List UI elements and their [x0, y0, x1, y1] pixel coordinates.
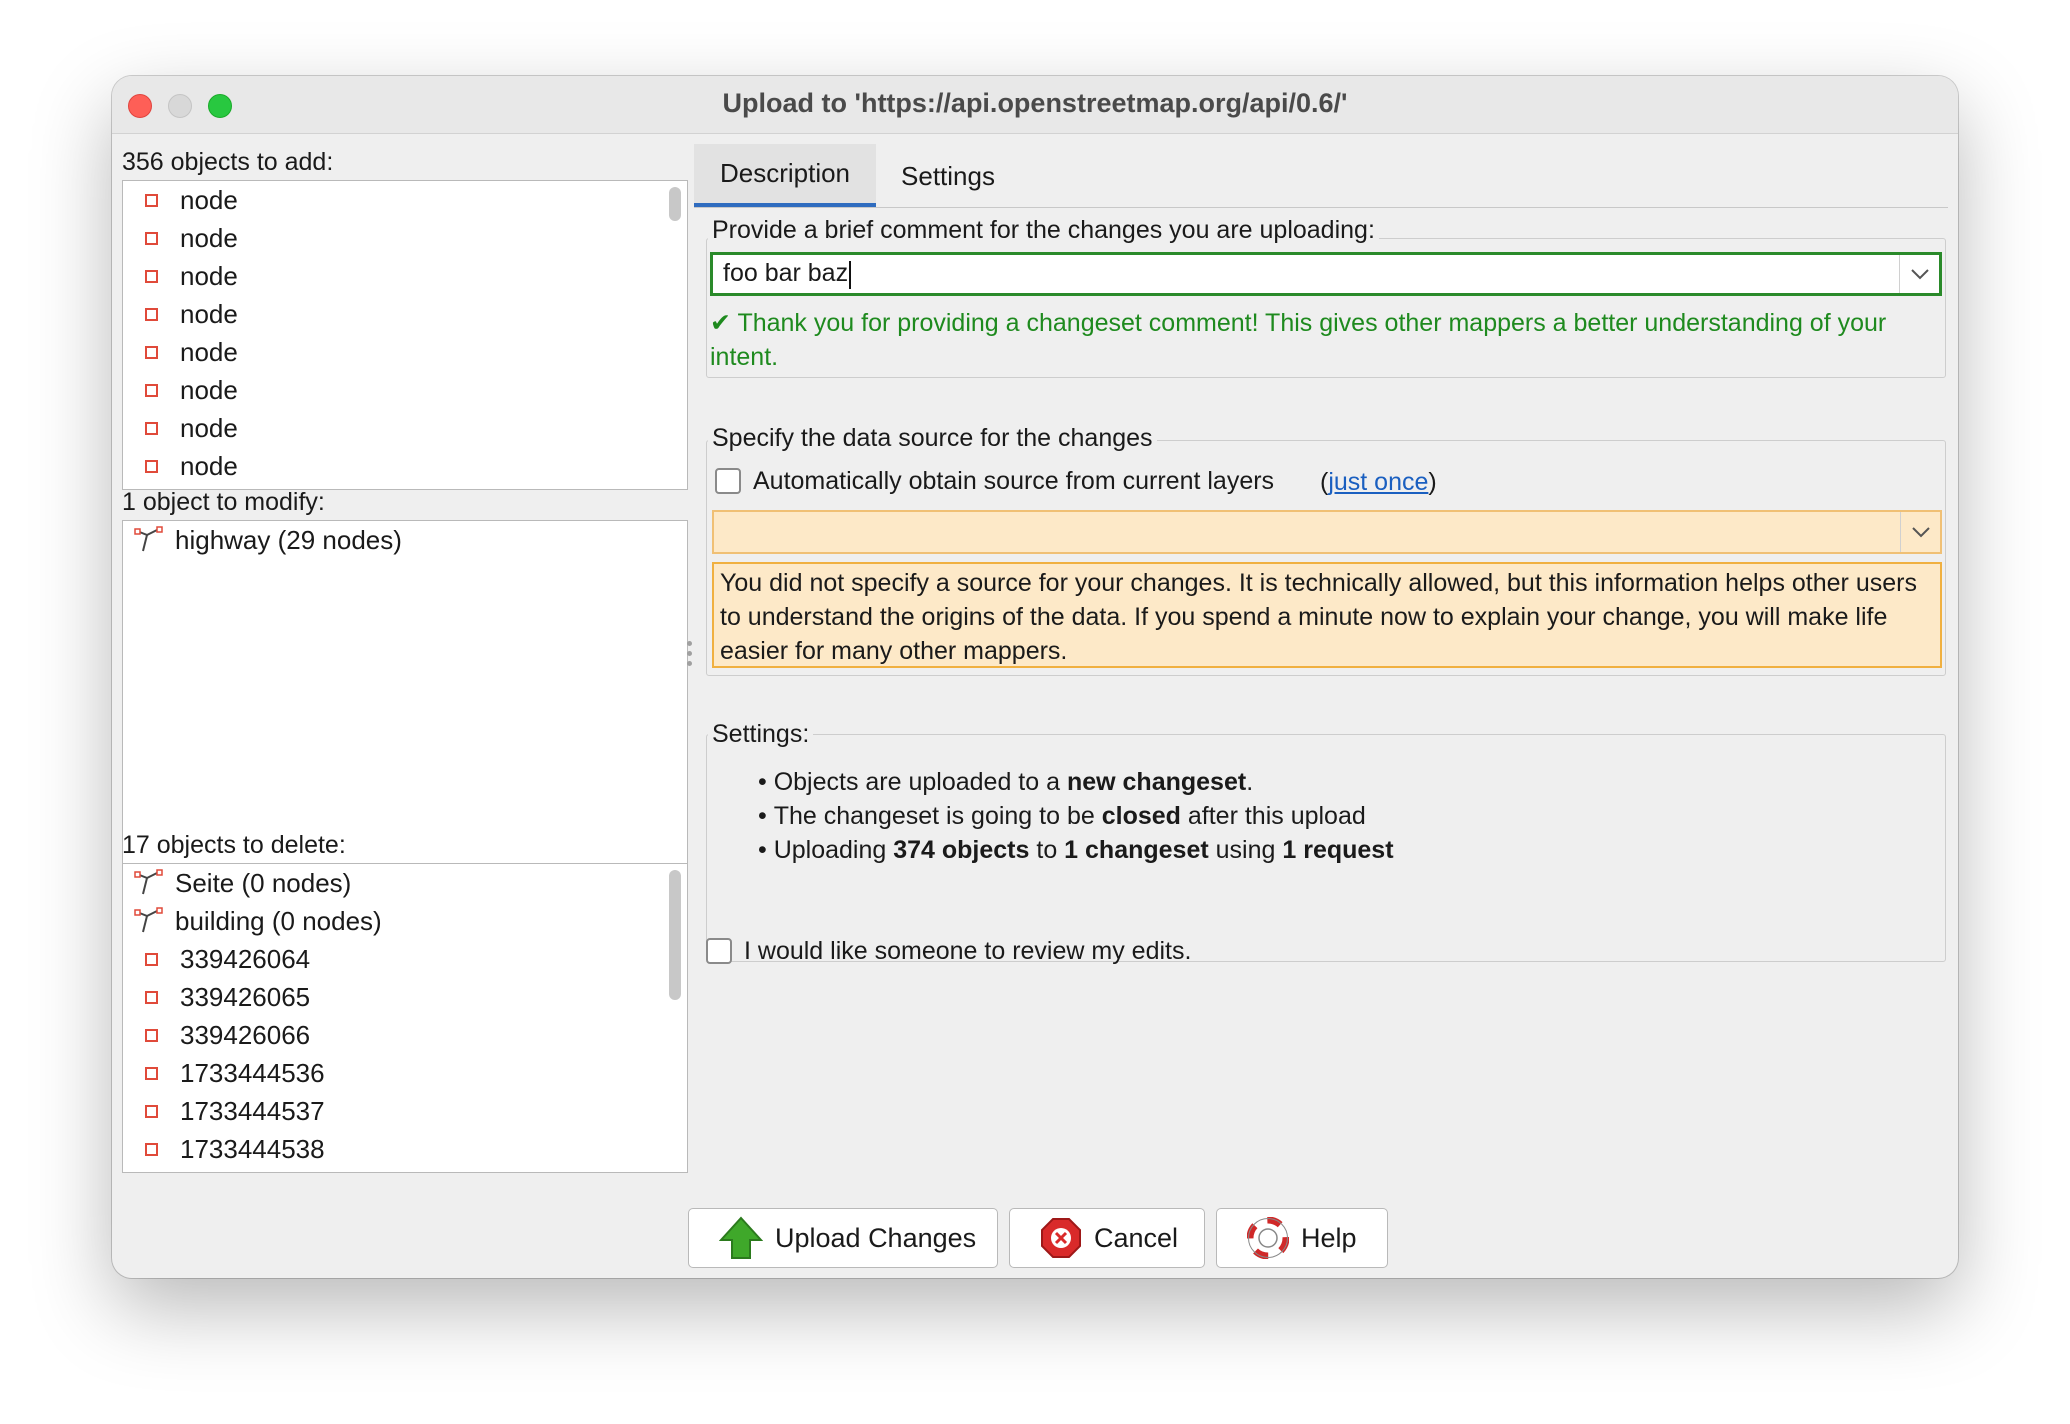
list-item[interactable]: node — [133, 295, 238, 333]
modify-list-label: 1 object to modify: — [122, 488, 325, 516]
node-icon — [145, 345, 158, 359]
list-item[interactable]: node — [133, 257, 238, 295]
review-checkbox[interactable] — [706, 938, 732, 964]
list-item[interactable]: node — [133, 409, 238, 447]
list-item[interactable]: 1733444538 — [133, 1130, 325, 1168]
auto-source-checkbox[interactable] — [715, 468, 741, 494]
tab-divider — [694, 207, 1948, 208]
text-caret — [849, 260, 852, 289]
node-icon — [145, 383, 158, 397]
chevron-down-icon — [1910, 269, 1929, 280]
way-icon — [134, 907, 163, 933]
node-icon — [145, 1028, 158, 1042]
list-item[interactable]: node — [133, 219, 238, 257]
node-icon — [145, 269, 158, 283]
help-button[interactable]: Help — [1216, 1208, 1388, 1268]
add-list-label: 356 objects to add: — [122, 148, 334, 176]
split-pane-handle[interactable] — [687, 641, 693, 671]
list-item[interactable]: node — [133, 181, 238, 219]
upload-changes-button[interactable]: Upload Changes — [688, 1208, 998, 1268]
settings-line-closed: • The changeset is going to be closed af… — [758, 802, 1366, 830]
just-once-wrapper: (just once) — [1320, 468, 1437, 496]
upload-dialog: Upload to 'https://api.openstreetmap.org… — [112, 76, 1958, 1278]
node-icon — [145, 1142, 158, 1156]
node-icon — [145, 459, 158, 473]
source-dropdown-button[interactable] — [1900, 512, 1940, 552]
list-item[interactable]: highway (29 nodes) — [133, 521, 402, 559]
tab-description[interactable]: Description — [694, 144, 876, 208]
window-title: Upload to 'https://api.openstreetmap.org… — [722, 88, 1348, 118]
auto-source-label: Automatically obtain source from current… — [753, 467, 1275, 495]
tab-settings[interactable]: Settings — [888, 144, 1008, 208]
cancel-icon — [1041, 1218, 1081, 1258]
list-item[interactable]: node — [133, 447, 238, 485]
delete-list[interactable]: Seite (0 nodes) building (0 nodes) 33942… — [122, 863, 688, 1173]
node-icon — [145, 952, 158, 966]
settings-line-changeset: • Objects are uploaded to a new changese… — [758, 768, 1254, 796]
way-icon — [134, 526, 163, 552]
list-item[interactable]: Seite (0 nodes) — [133, 864, 351, 902]
just-once-link[interactable]: just once — [1328, 468, 1428, 496]
review-label: I would like someone to review my edits. — [744, 937, 1192, 965]
node-icon — [145, 990, 158, 1004]
node-icon — [145, 193, 158, 207]
way-icon — [134, 869, 163, 895]
upload-arrow-icon — [719, 1216, 763, 1259]
node-icon — [145, 307, 158, 321]
modify-list[interactable]: highway (29 nodes) — [122, 520, 688, 864]
lifebuoy-icon — [1247, 1217, 1289, 1259]
node-icon — [145, 1066, 158, 1080]
source-warning: You did not specify a source for your ch… — [712, 562, 1942, 668]
cancel-button[interactable]: Cancel — [1009, 1208, 1205, 1268]
add-list[interactable]: node node node node node node node node — [122, 180, 688, 490]
add-list-scrollbar[interactable] — [669, 187, 681, 221]
title-bar: Upload to 'https://api.openstreetmap.org… — [112, 76, 1958, 134]
source-combobox[interactable] — [712, 510, 1942, 554]
list-item[interactable]: 339426065 — [133, 978, 310, 1016]
node-icon — [145, 231, 158, 245]
list-item[interactable]: 1733444536 — [133, 1054, 325, 1092]
chevron-down-icon — [1911, 527, 1930, 538]
source-group-title: Specify the data source for the changes — [708, 424, 1157, 453]
comment-input[interactable]: foo bar baz — [723, 259, 848, 287]
node-icon — [145, 1104, 158, 1118]
settings-group-title: Settings: — [708, 720, 814, 749]
delete-list-label: 17 objects to delete: — [122, 831, 346, 859]
list-item[interactable]: 339426064 — [133, 940, 310, 978]
list-item[interactable]: 1733444537 — [133, 1092, 325, 1130]
list-item[interactable]: node — [133, 333, 238, 371]
comment-thanks-message: ✔ Thank you for providing a changeset co… — [710, 309, 1887, 371]
list-item[interactable]: 339426066 — [133, 1016, 310, 1054]
settings-line-uploading: • Uploading 374 objects to 1 changeset u… — [758, 836, 1394, 864]
list-item[interactable]: building (0 nodes) — [133, 902, 382, 940]
delete-list-scrollbar[interactable] — [669, 870, 681, 1000]
list-item[interactable]: node — [133, 371, 238, 409]
comment-dropdown-button[interactable] — [1899, 255, 1939, 293]
comment-prompt: Provide a brief comment for the changes … — [708, 216, 1379, 245]
node-icon — [145, 421, 158, 435]
comment-combobox[interactable]: foo bar baz — [710, 252, 1942, 296]
